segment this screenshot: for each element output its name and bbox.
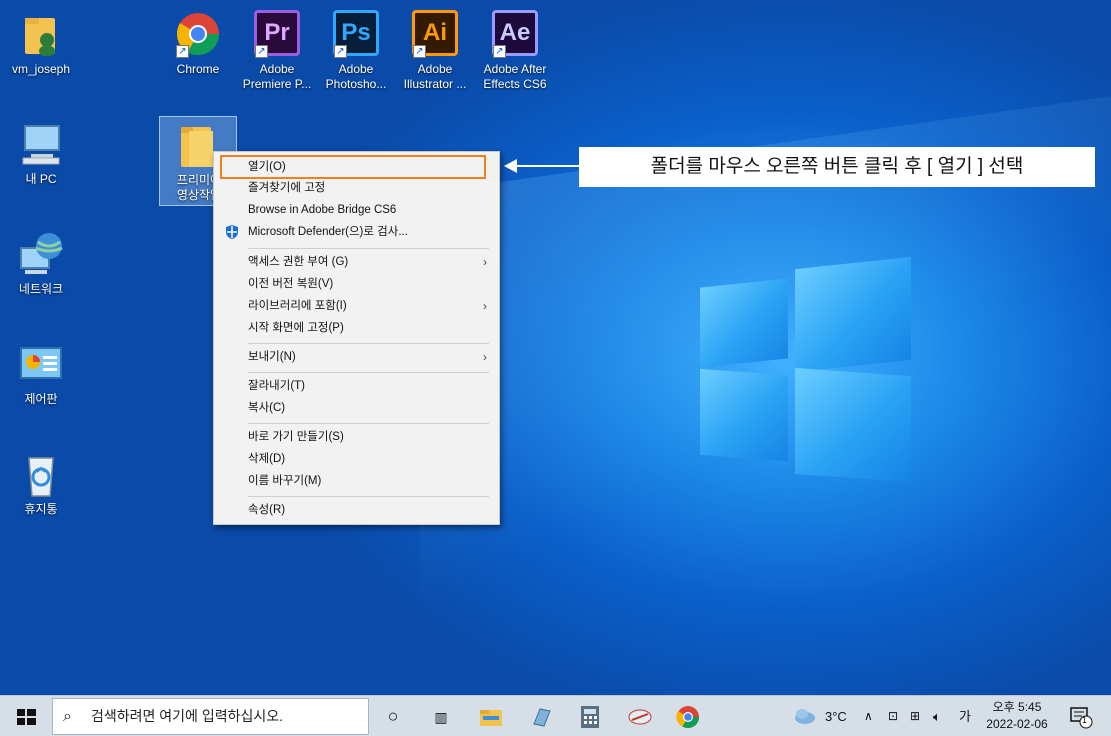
menu-separator (248, 496, 489, 497)
after-effects-icon: Ae ↗ (491, 10, 539, 58)
menu-separator (248, 248, 489, 249)
chrome-icon: ↗ (174, 10, 222, 58)
task-view-icon: ▥ (434, 709, 448, 725)
desktop-icon-illustrator[interactable]: Ai ↗ Adobe Illustrator ... (393, 10, 477, 92)
volume-icon[interactable]: 🔈︎ (933, 696, 941, 736)
instruction-callout: 폴더를 마우스 오른쪽 버튼 클릭 후 [ 열기 ] 선택 (579, 147, 1095, 187)
search-icon: ⌕ (63, 708, 72, 725)
chrome-icon (676, 706, 699, 728)
shortcut-arrow-icon: ↗ (176, 45, 189, 58)
file-explorer-icon (480, 710, 502, 726)
desktop-icon-premiere[interactable]: Pr ↗ Adobe Premiere P... (235, 10, 319, 92)
taskbar-explorer[interactable] (467, 696, 515, 736)
notes-app-icon (533, 708, 551, 727)
notification-count: 1 (1082, 715, 1088, 725)
meet-now-icon[interactable]: ⊡ (888, 696, 898, 736)
snipping-tool-icon (628, 709, 652, 725)
menu-item-pin-quick-access[interactable]: 즐겨찾기에 고정 (214, 177, 499, 199)
chevron-right-icon: › (483, 350, 487, 364)
taskbar-search-box[interactable]: ⌕ 검색하려면 여기에 입력하십시오. (52, 698, 369, 735)
system-tray: 3°C ∧ ⊡ ⊞ 🔈︎ 가 (793, 696, 973, 736)
menu-item-delete[interactable]: 삭제(D) (214, 448, 499, 470)
chevron-right-icon: › (483, 299, 487, 313)
recycle-bin-icon (17, 450, 65, 498)
ime-indicator[interactable]: 가 (959, 696, 971, 736)
computer-icon (17, 120, 65, 168)
task-view-button[interactable]: ▥ (417, 696, 465, 736)
menu-item-properties[interactable]: 속성(R) (214, 499, 499, 521)
desktop-icon-after-effects[interactable]: Ae ↗ Adobe After Effects CS6 (473, 10, 557, 92)
taskbar-calculator[interactable] (566, 696, 614, 736)
taskbar-snipping-tool[interactable] (616, 696, 664, 736)
cortana-button[interactable]: ○ (369, 696, 417, 736)
network-icon (17, 230, 65, 278)
menu-item-rename[interactable]: 이름 바꾸기(M) (214, 470, 499, 492)
context-menu: 열기(O) 즐겨찾기에 고정 Browse in Adobe Bridge CS… (213, 151, 500, 525)
defender-shield-icon (224, 224, 240, 248)
menu-item-pin-start[interactable]: 시작 화면에 고정(P) (214, 317, 499, 339)
menu-separator (248, 343, 489, 344)
menu-item-open[interactable]: 열기(O) (220, 155, 486, 179)
desktop-icon-this-pc[interactable]: 내 PC (0, 120, 83, 187)
shortcut-arrow-icon: ↗ (413, 45, 426, 58)
menu-item-create-shortcut[interactable]: 바로 가기 만들기(S) (214, 426, 499, 448)
weather-cloud-icon[interactable] (793, 696, 817, 736)
menu-separator (248, 423, 489, 424)
clock-time: 오후 5:45 (992, 700, 1042, 714)
clock-date: 2022-02-06 (986, 717, 1048, 731)
menu-item-defender-scan[interactable]: Microsoft Defender(으)로 검사... (214, 221, 499, 243)
shortcut-arrow-icon: ↗ (334, 45, 347, 58)
menu-item-cut[interactable]: 잘라내기(T) (214, 375, 499, 397)
chevron-right-icon: › (483, 255, 487, 269)
callout-arrow-icon (504, 159, 517, 173)
premiere-icon: Pr ↗ (253, 10, 301, 58)
menu-item-adobe-bridge[interactable]: Browse in Adobe Bridge CS6 (214, 199, 499, 221)
illustrator-icon: Ai ↗ (411, 10, 459, 58)
start-button[interactable] (0, 696, 52, 736)
control-panel-icon (17, 340, 65, 388)
windows-start-icon (17, 709, 36, 725)
notification-center-button[interactable]: 1 (1064, 696, 1104, 736)
taskbar-chrome[interactable] (664, 696, 712, 736)
calculator-icon (581, 706, 599, 728)
menu-item-include-library[interactable]: 라이브러리에 포함(I) › (214, 295, 499, 317)
desktop-icon-control-panel[interactable]: 제어판 (0, 340, 83, 407)
search-placeholder: 검색하려면 여기에 입력하십시오. (91, 708, 283, 724)
menu-item-copy[interactable]: 복사(C) (214, 397, 499, 419)
desktop-icon-recycle-bin[interactable]: 휴지통 (0, 450, 83, 517)
shortcut-arrow-icon: ↗ (493, 45, 506, 58)
menu-item-send-to[interactable]: 보내기(N) › (214, 346, 499, 368)
photoshop-icon: Ps ↗ (332, 10, 380, 58)
weather-temp[interactable]: 3°C (825, 696, 847, 736)
network-tray-icon[interactable]: ⊞ (910, 696, 920, 736)
shortcut-arrow-icon: ↗ (255, 45, 268, 58)
menu-separator (248, 372, 489, 373)
taskbar: ⌕ 검색하려면 여기에 입력하십시오. ○ ▥ 3°C ∧ ⊡ ⊞ 🔈︎ 가 오… (0, 695, 1111, 736)
menu-item-give-access[interactable]: 액세스 권한 부여 (G) › (214, 251, 499, 273)
callout-arrow-line (510, 165, 579, 167)
menu-item-restore-versions[interactable]: 이전 버전 복원(V) (214, 273, 499, 295)
desktop-icon-photoshop[interactable]: Ps ↗ Adobe Photosho... (314, 10, 398, 92)
desktop-icon-network[interactable]: 네트워크 (0, 230, 83, 297)
taskbar-app-notes[interactable] (517, 696, 565, 736)
cortana-circle-icon: ○ (387, 706, 399, 726)
taskbar-clock[interactable]: 오후 5:45 2022-02-06 (976, 699, 1058, 733)
desktop-icon-chrome[interactable]: ↗ Chrome (156, 10, 240, 77)
chevron-up-icon[interactable]: ∧ (864, 696, 873, 736)
user-folder-icon (17, 10, 65, 58)
desktop-icon-user-folder[interactable]: vm_joseph (0, 10, 83, 77)
desktop: vm_joseph ↗ Chrome Pr ↗ Adobe Premiere P… (0, 0, 1111, 695)
